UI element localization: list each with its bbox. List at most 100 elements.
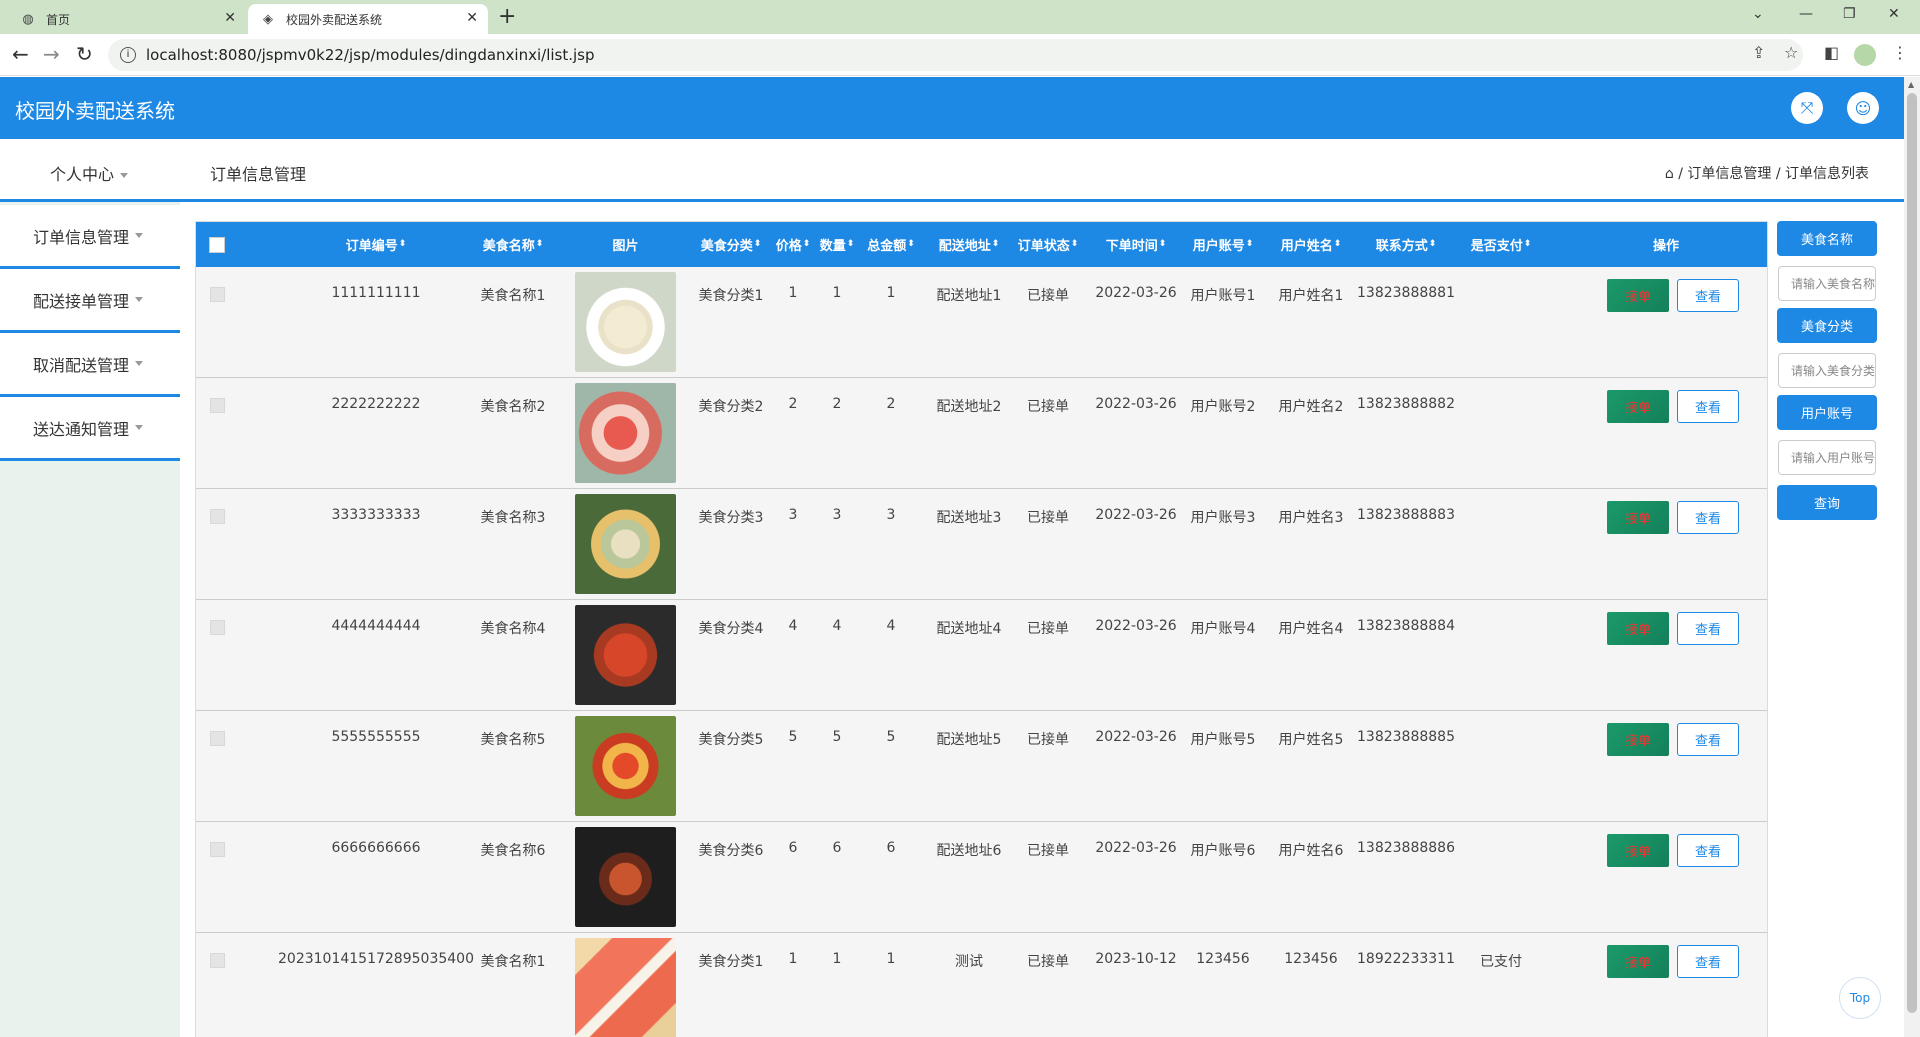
table-header: 订单编号 ⬍ 美食名称 ⬍ 图片 美食分类 ⬍ 价格 ⬍ 数量 ⬍ 总金额 ⬍ 配送地址 ⬍ …: [196, 222, 1767, 267]
view-button[interactable]: 查看: [1677, 945, 1739, 978]
back-icon[interactable]: ←: [12, 42, 29, 66]
food-name-label: 美食名称: [1777, 221, 1877, 256]
sort-icon: ⬍: [1428, 239, 1437, 249]
row-checkbox[interactable]: [210, 953, 225, 968]
row-checkbox[interactable]: [210, 842, 225, 857]
account-label: 用户账号: [1777, 395, 1877, 430]
window-close-icon[interactable]: ✕: [1888, 6, 1900, 22]
sidebar-item-orders[interactable]: 订单信息管理: [0, 205, 180, 269]
restore-icon[interactable]: ❐: [1843, 6, 1856, 22]
th-actions: 操作: [1652, 239, 1679, 254]
chevron-down-icon: [135, 297, 144, 302]
bookmark-star-icon[interactable]: ☆: [1784, 43, 1798, 62]
sidepanel-icon[interactable]: ◧: [1824, 43, 1839, 62]
sidebar-item-delivery[interactable]: 配送接单管理: [0, 269, 180, 333]
breadcrumb-path[interactable]: / 订单信息管理 / 订单信息列表: [1678, 166, 1869, 182]
url-text: localhost:8080/jspmv0k22/jsp/modules/din…: [146, 46, 595, 64]
minimize-icon[interactable]: —: [1799, 6, 1813, 22]
user-icon[interactable]: ☺: [1847, 92, 1879, 124]
category-input[interactable]: 请输入美食分类: [1778, 353, 1876, 388]
th-status[interactable]: 订单状态 ⬍: [1013, 222, 1083, 267]
scroll-up-icon[interactable]: ▲: [1908, 80, 1914, 89]
table-row: 6666666666 美食名称6 美食分类6 6 6 6 配送地址6 已接单 2022-03-2…: [196, 822, 1767, 933]
row-checkbox[interactable]: [210, 287, 225, 302]
share-icon[interactable]: ⇪: [1752, 43, 1765, 62]
take-order-button[interactable]: 接单: [1607, 834, 1669, 867]
th-phone[interactable]: 联系方式 ⬍: [1366, 222, 1446, 267]
th-name[interactable]: 用户姓名 ⬍: [1276, 222, 1346, 267]
sidebar-item-label: 送达通知管理: [33, 419, 130, 439]
th-order-no[interactable]: 订单编号 ⬍: [306, 222, 446, 267]
new-tab-button[interactable]: +: [498, 4, 516, 29]
select-all-checkbox[interactable]: [209, 237, 225, 253]
browser-tab-home[interactable]: ◍ 首页 ✕: [8, 4, 246, 34]
view-button[interactable]: 查看: [1677, 279, 1739, 312]
menu-icon[interactable]: ⋮: [1892, 43, 1908, 62]
cell-total: 1: [886, 951, 896, 967]
sort-icon: ⬍: [846, 239, 855, 249]
account-input[interactable]: 请输入用户账号: [1778, 440, 1876, 475]
cell-total: 1: [886, 285, 896, 301]
th-price[interactable]: 价格 ⬍: [773, 222, 813, 267]
close-icon[interactable]: ✕: [224, 10, 236, 26]
th-time[interactable]: 下单时间 ⬍: [1096, 222, 1176, 267]
th-total[interactable]: 总金额 ⬍: [861, 222, 921, 267]
th-account[interactable]: 用户账号 ⬍: [1188, 222, 1258, 267]
row-checkbox[interactable]: [210, 509, 225, 524]
sidebar-item-notify[interactable]: 送达通知管理: [0, 397, 180, 461]
sidebar-item-cancel[interactable]: 取消配送管理: [0, 333, 180, 397]
view-button[interactable]: 查看: [1677, 723, 1739, 756]
cell-time: 2022-03-26: [1095, 618, 1177, 634]
profile-avatar[interactable]: [1854, 44, 1876, 66]
view-button[interactable]: 查看: [1677, 612, 1739, 645]
take-order-button[interactable]: 接单: [1607, 501, 1669, 534]
cell-address: 配送地址2: [936, 399, 1002, 415]
take-order-button[interactable]: 接单: [1607, 390, 1669, 423]
cell-qty: 6: [832, 840, 842, 856]
tab-search-icon[interactable]: ⌄: [1752, 6, 1764, 22]
cell-address: 配送地址5: [936, 732, 1002, 748]
cell-status: 已接单: [1027, 399, 1069, 415]
view-button[interactable]: 查看: [1677, 834, 1739, 867]
fullscreen-icon[interactable]: ⤧: [1791, 92, 1823, 124]
sidebar-item-personal[interactable]: 个人中心: [0, 139, 180, 202]
row-checkbox[interactable]: [210, 620, 225, 635]
info-icon[interactable]: i: [120, 47, 136, 63]
cell-price: 3: [788, 507, 798, 523]
th-qty[interactable]: 数量 ⬍: [815, 222, 859, 267]
food-name-input[interactable]: 请输入美食名称: [1778, 266, 1876, 301]
cell-food-name: 美食名称6: [480, 843, 546, 859]
breadcrumb-bar: 订单信息管理 ⌂ / 订单信息管理 / 订单信息列表: [180, 139, 1904, 202]
th-food[interactable]: 美食名称 ⬍: [463, 222, 563, 267]
th-address[interactable]: 配送地址 ⬍: [929, 222, 1009, 267]
reload-icon[interactable]: ↻: [76, 42, 93, 66]
view-button[interactable]: 查看: [1677, 390, 1739, 423]
th-category[interactable]: 美食分类 ⬍: [691, 222, 771, 267]
home-icon[interactable]: ⌂: [1665, 166, 1674, 182]
row-checkbox[interactable]: [210, 731, 225, 746]
take-order-button[interactable]: 接单: [1607, 612, 1669, 645]
forward-icon[interactable]: →: [43, 42, 60, 66]
take-order-button[interactable]: 接单: [1607, 945, 1669, 978]
cell-status: 已接单: [1027, 510, 1069, 526]
take-order-button[interactable]: 接单: [1607, 279, 1669, 312]
food-image: [575, 494, 676, 594]
sort-icon: ⬍: [1245, 239, 1254, 249]
browser-tab-active[interactable]: ◈ 校园外卖配送系统 ✕: [248, 4, 488, 34]
cell-user-name: 用户姓名6: [1278, 843, 1344, 859]
query-button[interactable]: 查询: [1777, 485, 1877, 520]
orders-table: 订单编号 ⬍ 美食名称 ⬍ 图片 美食分类 ⬍ 价格 ⬍ 数量 ⬍ 总金额 ⬍ 配送地址 ⬍ …: [195, 221, 1768, 1037]
page-scrollbar[interactable]: ▲: [1904, 77, 1920, 1037]
browser-tab-bar: ◍ 首页 ✕ ◈ 校园外卖配送系统 ✕ + ⌄ — ❐ ✕: [0, 0, 1920, 34]
url-field[interactable]: i localhost:8080/jspmv0k22/jsp/modules/d…: [108, 39, 1803, 71]
take-order-button[interactable]: 接单: [1607, 723, 1669, 756]
cell-price: 1: [788, 285, 798, 301]
view-button[interactable]: 查看: [1677, 501, 1739, 534]
th-paid[interactable]: 是否支付 ⬍: [1466, 222, 1536, 267]
close-icon[interactable]: ✕: [466, 10, 478, 26]
scrollbar-thumb[interactable]: [1907, 93, 1917, 1013]
row-checkbox[interactable]: [210, 398, 225, 413]
back-to-top-button[interactable]: Top: [1839, 977, 1881, 1019]
food-image: [575, 383, 676, 483]
sort-icon: ⬍: [753, 239, 762, 249]
